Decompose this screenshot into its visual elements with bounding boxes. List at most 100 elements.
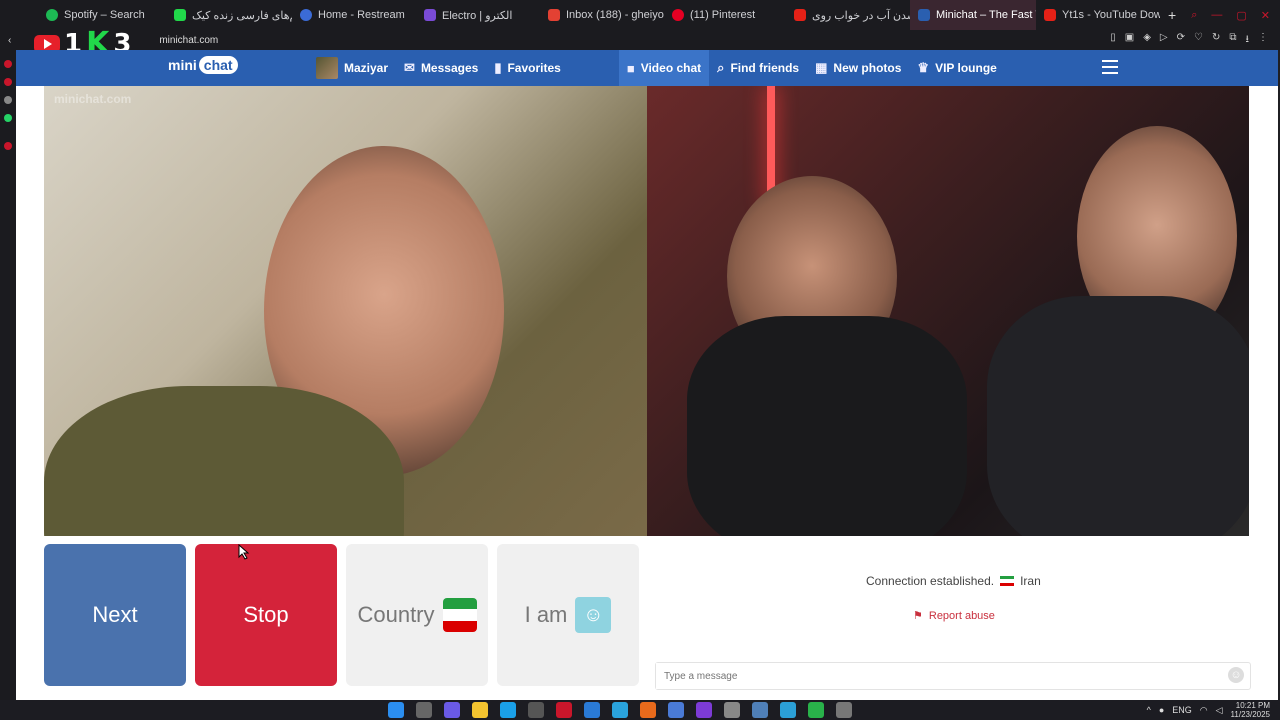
maximize-icon[interactable]: ▢ <box>1236 9 1246 22</box>
avatar <box>316 57 338 79</box>
nav-video-chat-label: Video chat <box>640 61 702 75</box>
nav-favorites[interactable]: ▮ Favorites <box>486 50 569 86</box>
back-icon[interactable]: ‹ <box>8 35 11 46</box>
pinterest-icon <box>672 9 684 21</box>
bookmark-icon: ▮ <box>494 60 502 75</box>
heart-icon[interactable]: ♡ <box>1194 32 1203 49</box>
minichat-page: mini chat Maziyar ✉ Messages ▮ Favorites ■… <box>16 50 1278 700</box>
sidebar-icon[interactable] <box>4 60 12 68</box>
local-video: minichat.com <box>44 86 647 536</box>
copilot-icon[interactable] <box>444 702 460 718</box>
remote-person-left-body <box>687 316 967 536</box>
message-input[interactable] <box>656 663 1206 689</box>
tab-restream[interactable]: Home - Restream <box>292 0 416 30</box>
nav-video-chat[interactable]: ■ Video chat <box>618 50 710 86</box>
download-icon[interactable]: ⭳ <box>1246 32 1250 49</box>
tab-minichat[interactable]: Minichat – The Fast V <box>910 0 1036 30</box>
tab-youtube-video[interactable]: ارایشدن آب در خواب روی <box>786 0 910 30</box>
volume-icon[interactable]: ◁ <box>1216 705 1223 716</box>
nav-user-label: Maziyar <box>344 61 389 75</box>
new-tab-button[interactable]: + <box>1160 7 1184 23</box>
report-abuse-label: Report abuse <box>928 609 995 622</box>
settings-icon[interactable] <box>836 702 852 718</box>
tab-gmail[interactable]: Inbox (188) - gheiyounc <box>540 0 664 30</box>
telegram-icon[interactable] <box>612 702 628 718</box>
yt1s-icon <box>1044 9 1056 21</box>
mic-icon[interactable]: ● <box>1159 705 1164 715</box>
i-am-label: I am <box>524 602 568 627</box>
connection-status-text: Connection established. <box>866 574 995 588</box>
tab-kick[interactable]: استریم‌های فارسی زنده کیک <box>166 0 292 30</box>
spotify-icon <box>46 9 58 21</box>
lang-indicator[interactable]: ENG <box>1172 705 1192 715</box>
i-am-button[interactable]: I am ☺ <box>497 544 639 686</box>
app-icon[interactable] <box>668 702 684 718</box>
steam-icon[interactable] <box>752 702 768 718</box>
video-camera-icon: ■ <box>626 60 635 76</box>
r-app-icon[interactable] <box>696 702 712 718</box>
task-view-icon[interactable] <box>416 702 432 718</box>
store-icon[interactable] <box>528 702 544 718</box>
clock-date: 11/23/2025 <box>1230 710 1270 719</box>
stop-button[interactable]: Stop <box>195 544 337 686</box>
chevron-up-icon[interactable]: ^ <box>1147 705 1151 715</box>
bookmark-icon[interactable]: ▯ <box>1110 32 1116 49</box>
obs-icon[interactable] <box>808 702 824 718</box>
refresh-icon[interactable]: ↻ <box>1212 32 1220 49</box>
nav-user[interactable]: Maziyar <box>308 50 396 86</box>
wifi-icon[interactable]: ◠ <box>1200 705 1208 716</box>
tab-yt1s[interactable]: Yt1s - YouTube Downloa <box>1036 0 1160 30</box>
minichat-logo[interactable]: mini chat <box>168 56 238 74</box>
country-button[interactable]: Country <box>346 544 488 686</box>
search-icon: ⌕ <box>717 60 725 75</box>
nav-vip-lounge[interactable]: ♛ VIP lounge <box>909 50 1004 86</box>
search-icon[interactable]: ⌕ <box>1191 9 1197 22</box>
nav-messages-label: Messages <box>420 61 479 75</box>
nav-find-friends[interactable]: ⌕ Find friends <box>709 50 807 86</box>
extension-icon[interactable]: ⧉ <box>1229 32 1236 49</box>
connection-status: Connection established. Iran <box>866 574 1041 588</box>
file-explorer-icon[interactable] <box>472 702 488 718</box>
edge-icon[interactable] <box>500 702 516 718</box>
screenshot-icon[interactable]: ▣ <box>1125 32 1134 49</box>
sidebar-icon[interactable] <box>4 96 12 104</box>
gmail-icon <box>548 9 560 21</box>
shield-icon[interactable]: ◈ <box>1143 32 1151 49</box>
menu-icon[interactable]: ⋮ <box>1258 32 1268 49</box>
kick-icon <box>174 9 186 21</box>
taskbar-apps <box>388 702 852 718</box>
sync-icon[interactable]: ⟳ <box>1177 32 1185 49</box>
flag-icon: ⚑ <box>913 610 923 622</box>
remote-video <box>647 86 1249 536</box>
iran-flag-icon <box>1000 576 1015 586</box>
clock[interactable]: 10:21 PM 11/23/2025 <box>1231 701 1270 719</box>
nav-vip-lounge-label: VIP lounge <box>935 61 997 75</box>
windows-start-icon[interactable] <box>388 702 404 718</box>
remote-person-right-body <box>987 296 1249 536</box>
opera-icon[interactable] <box>556 702 572 718</box>
extension-icons: ▯ ▣ ◈ ▷ ⟳ ♡ ↻ ⧉ ⭳ ⋮ <box>1110 32 1280 49</box>
firefox-icon[interactable] <box>640 702 656 718</box>
close-icon[interactable]: ✕ <box>1261 9 1270 22</box>
whatsapp-icon[interactable] <box>4 114 12 122</box>
hamburger-menu-icon[interactable] <box>1102 60 1118 78</box>
media-player-icon[interactable] <box>724 702 740 718</box>
sidebar-icon[interactable] <box>4 78 12 86</box>
play-icon[interactable]: ▷ <box>1160 32 1168 49</box>
minimize-icon[interactable]: — <box>1211 9 1222 22</box>
nav-messages[interactable]: ✉ Messages <box>396 50 486 86</box>
tab-label: Inbox (188) - gheiyounc <box>566 9 664 21</box>
report-abuse-link[interactable]: ⚑ Report abuse <box>913 609 995 623</box>
sidebar-icon[interactable] <box>4 142 12 150</box>
browser-sidebar <box>0 50 16 700</box>
video-watermark: minichat.com <box>54 92 132 106</box>
tab-electro[interactable]: Electro | الکترو <box>416 0 540 30</box>
nav-new-photos[interactable]: ▦ New photos <box>807 50 909 86</box>
message-box: ☺ <box>655 662 1251 690</box>
tab-pinterest[interactable]: (11) Pinterest <box>664 0 786 30</box>
next-button[interactable]: Next <box>44 544 186 686</box>
capcut-icon[interactable] <box>780 702 796 718</box>
emoji-icon[interactable]: ☺ <box>1228 667 1244 683</box>
vpn-icon[interactable] <box>584 702 600 718</box>
nav-items: Maziyar ✉ Messages ▮ Favorites ■ Video chat… <box>308 50 1005 86</box>
